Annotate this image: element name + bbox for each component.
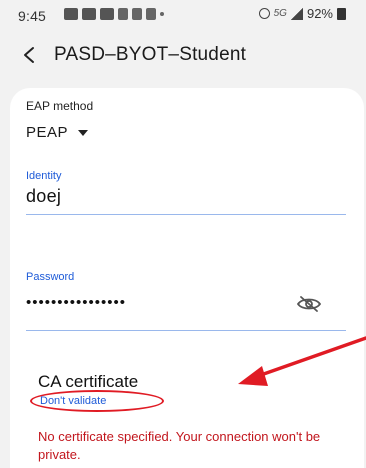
notification-icon: [118, 8, 128, 20]
notification-icon: [100, 8, 114, 20]
warning-message: No certificate specified. Your connectio…: [38, 429, 321, 462]
notification-icons: [64, 8, 164, 20]
eye-off-icon[interactable]: [296, 294, 322, 314]
page-title: PASD–BYOT–Student: [54, 44, 247, 65]
notification-icon: [64, 8, 78, 20]
eap-method-label: EAP method: [26, 99, 94, 113]
ca-certificate-label: CA certificate: [38, 372, 139, 391]
identity-label: Identity: [26, 170, 62, 182]
app-bar: PASD–BYOT–Student: [0, 32, 366, 80]
dropdown-triangle-icon: [78, 129, 89, 136]
notification-icon: [132, 8, 142, 20]
battery-icon: [337, 7, 346, 20]
eap-method-dropdown[interactable]: PEAP: [26, 124, 89, 141]
back-arrow-icon[interactable]: [18, 44, 40, 66]
status-time: 9:45: [18, 8, 47, 24]
identity-input[interactable]: doej: [26, 186, 61, 207]
password-label: Password: [26, 271, 75, 283]
status-indicators: 5G 92%: [258, 6, 346, 21]
network-type: 5G: [273, 8, 287, 19]
eap-method-value: PEAP: [26, 124, 69, 141]
password-input[interactable]: ••••••••••••••••: [26, 294, 126, 311]
password-underline: [26, 330, 346, 331]
signal-icon: [290, 7, 303, 20]
alarm-icon: [258, 8, 270, 19]
notification-dot-icon: [160, 12, 164, 16]
identity-underline: [26, 214, 346, 215]
highlight-oval: [30, 390, 164, 412]
notification-icon: [82, 8, 96, 20]
battery-percent: 92%: [306, 6, 333, 21]
status-bar: 9:45 5G 92%: [0, 0, 366, 30]
notification-icon: [146, 8, 156, 20]
annotation-arrow: [238, 336, 366, 386]
